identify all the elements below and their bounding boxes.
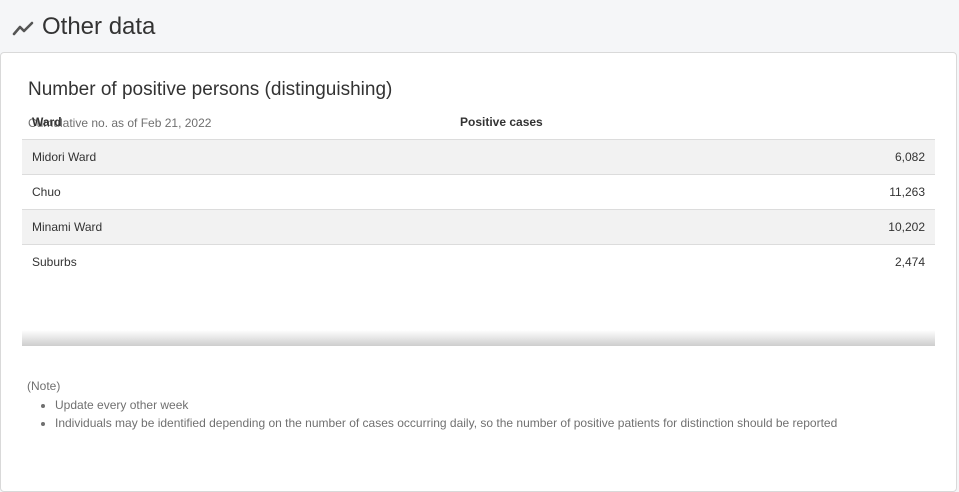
chart-line-icon: [12, 15, 36, 39]
notes: (Note) Update every other week Individua…: [27, 378, 927, 432]
section-header: Other data: [12, 12, 155, 42]
cell-ward: Suburbs: [32, 255, 77, 269]
column-header-positive-cases[interactable]: Positive cases: [450, 105, 935, 140]
notes-heading: (Note): [27, 379, 61, 393]
notes-list: Update every other week Individuals may …: [27, 396, 927, 432]
cell-cases: 6,082: [450, 139, 935, 175]
note-item: Individuals may be identified depending …: [55, 414, 927, 432]
table-row: Midori Ward 6,082: [22, 139, 935, 175]
card-title: Number of positive persons (distinguishi…: [28, 79, 393, 100]
cell-cases: 11,263: [450, 174, 935, 210]
scroll-shadow: [22, 330, 935, 346]
cell-ward: Minami Ward: [22, 209, 450, 245]
table-row: Suburbs 2,474: [22, 245, 935, 280]
table-container[interactable]: Ward Positive cases Midori Ward 6,082 Ch…: [22, 105, 935, 345]
cell-ward: Midori Ward: [22, 139, 450, 175]
section-title: Other data: [42, 13, 156, 40]
column-header-ward[interactable]: Ward: [22, 105, 450, 140]
cell-cases: 2,474: [894, 255, 925, 269]
table-header-row: Ward Positive cases: [22, 105, 935, 140]
note-item: Update every other week: [55, 396, 927, 414]
cell-cases: 10,202: [450, 209, 935, 245]
positive-cases-table: Ward Positive cases Midori Ward 6,082 Ch…: [22, 105, 935, 279]
table-row: Minami Ward 10,202: [22, 209, 935, 245]
table-row: Chuo 11,263: [22, 174, 935, 210]
cell-ward: Chuo: [22, 174, 450, 210]
